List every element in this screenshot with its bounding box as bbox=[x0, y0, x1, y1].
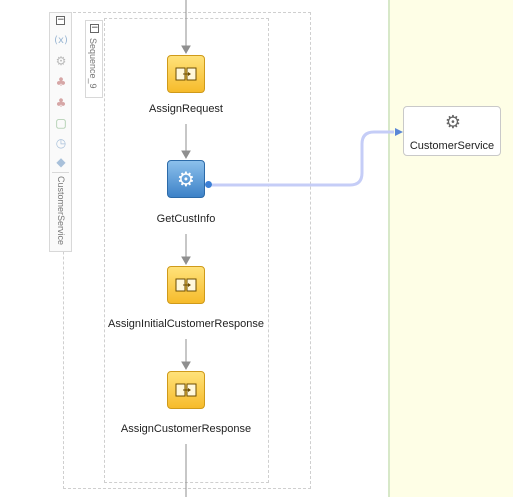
partner-link-label: CustomerService bbox=[409, 140, 495, 152]
customer-service-partner-link[interactable]: ⚙ CustomerService bbox=[403, 106, 501, 156]
invoke-wire bbox=[212, 128, 403, 187]
gear-icon: ⚙ bbox=[444, 112, 462, 133]
